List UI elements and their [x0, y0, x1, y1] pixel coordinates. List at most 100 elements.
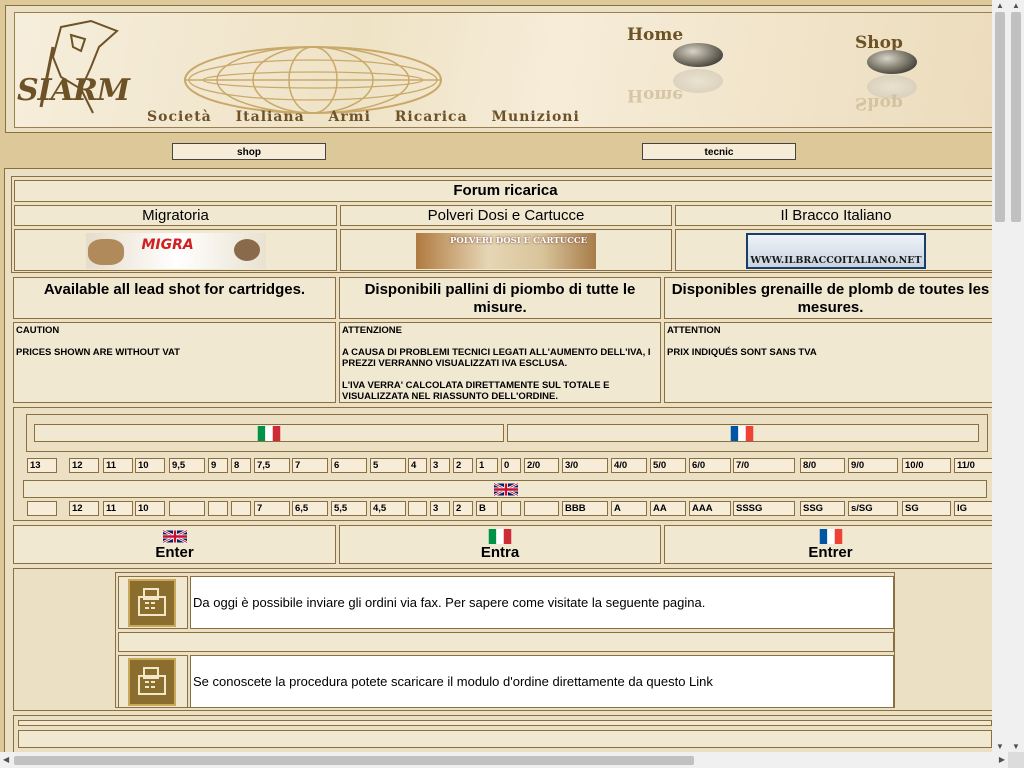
- shot-size-cell[interactable]: [524, 501, 559, 516]
- italy-flag-icon: [488, 529, 512, 545]
- fax-icon[interactable]: [128, 658, 176, 706]
- home-label-reflection: Home: [627, 85, 684, 105]
- bottom-row: [18, 730, 992, 748]
- shot-size-cell[interactable]: 8: [231, 458, 251, 473]
- shot-size-cell[interactable]: SSG: [800, 501, 845, 516]
- scroll-left-arrow-icon[interactable]: ◀: [3, 755, 9, 764]
- migratoria-banner-text: MIGRA: [141, 237, 194, 253]
- enter-french-button[interactable]: Entrer: [664, 525, 997, 564]
- shot-size-cell[interactable]: 13: [27, 458, 57, 473]
- fax-download-text[interactable]: Se conoscete la procedura potete scarica…: [190, 655, 894, 708]
- migratoria-banner[interactable]: MIGRA: [85, 233, 266, 269]
- shot-size-cell[interactable]: 12: [69, 458, 99, 473]
- shop-button[interactable]: shop: [172, 143, 326, 160]
- horizontal-scrollbar[interactable]: ◀ ▶: [0, 752, 1008, 768]
- shot-size-cell[interactable]: 2/0: [524, 458, 559, 473]
- shot-size-cell[interactable]: [231, 501, 251, 516]
- scroll-up-arrow-icon[interactable]: ▲: [1012, 1, 1020, 10]
- vertical-scrollbar[interactable]: ▲ ▼: [992, 0, 1008, 752]
- shot-size-cell[interactable]: 2: [453, 501, 473, 516]
- shot-size-cell[interactable]: 7,5: [254, 458, 290, 473]
- notice-line: A CAUSA DI PROBLEMI TECNICI LEGATI ALL'A…: [342, 347, 651, 369]
- forum-banner-cell: WWW.ILBRACCOITALIANO.NET: [675, 229, 997, 271]
- fax-table: Da oggi è possibile inviare gli ordini v…: [115, 572, 895, 708]
- scroll-right-arrow-icon[interactable]: ▶: [999, 755, 1005, 764]
- shot-size-cell[interactable]: AAA: [689, 501, 731, 516]
- shot-size-cell[interactable]: 6: [331, 458, 367, 473]
- english-flag-cell[interactable]: [23, 480, 987, 498]
- vertical-scroll-thumb[interactable]: [995, 12, 1005, 222]
- shot-size-cell[interactable]: 8/0: [800, 458, 845, 473]
- shot-size-cell[interactable]: 2: [453, 458, 473, 473]
- shot-size-cell[interactable]: 0: [501, 458, 521, 473]
- shot-size-cell[interactable]: s/SG: [848, 501, 898, 516]
- shot-size-cell[interactable]: 10: [135, 501, 165, 516]
- shot-size-cell[interactable]: 7/0: [733, 458, 795, 473]
- shot-size-cell[interactable]: 9/0: [848, 458, 898, 473]
- shot-size-cell[interactable]: 4/0: [611, 458, 647, 473]
- notice-english: CAUTION PRICES SHOWN ARE WITHOUT VAT: [13, 322, 336, 403]
- shot-size-cell[interactable]: 6,5: [292, 501, 328, 516]
- shot-size-cell[interactable]: [408, 501, 427, 516]
- bracco-banner[interactable]: WWW.ILBRACCOITALIANO.NET: [746, 233, 926, 269]
- shot-size-cell[interactable]: 5/0: [650, 458, 686, 473]
- shot-size-cell[interactable]: [208, 501, 228, 516]
- shot-size-cell[interactable]: 3: [430, 458, 450, 473]
- vertical-scroll-thumb[interactable]: [1011, 12, 1021, 222]
- shot-size-cell[interactable]: 4: [408, 458, 427, 473]
- italy-flag-icon: [257, 426, 281, 441]
- shot-size-cell[interactable]: 12: [69, 501, 99, 516]
- shot-size-cell[interactable]: 7: [254, 501, 290, 516]
- enter-italian-button[interactable]: Entra: [339, 525, 661, 564]
- site-header: SIARM Società Italiana Armi Ricarica Mun…: [5, 5, 1005, 133]
- shot-size-cell[interactable]: [27, 501, 57, 516]
- shot-size-cell[interactable]: B: [476, 501, 498, 516]
- shot-size-cell[interactable]: 9: [208, 458, 228, 473]
- shot-size-cell[interactable]: 6/0: [689, 458, 731, 473]
- bracco-banner-text: WWW.ILBRACCOITALIANO.NET: [750, 255, 922, 266]
- french-flag-cell[interactable]: [507, 424, 979, 442]
- shot-size-cell[interactable]: SSSG: [733, 501, 795, 516]
- shot-size-cell[interactable]: 1: [476, 458, 498, 473]
- enter-english-button[interactable]: Enter: [13, 525, 336, 564]
- shot-size-cell[interactable]: AA: [650, 501, 686, 516]
- shot-size-cell[interactable]: 4,5: [370, 501, 406, 516]
- italian-flag-cell[interactable]: [34, 424, 504, 442]
- shot-sizes-table: 13 12 11 10 9,5 9 8 7,5 7 6 5 4 3 2 1 0 2/0 3/0 4/0 5/0 6/0 7…: [13, 407, 998, 521]
- nav-home-link[interactable]: Home: [627, 25, 683, 45]
- vertical-scrollbar-track[interactable]: ▲ ▼: [1008, 0, 1024, 752]
- shot-size-cell[interactable]: [169, 501, 205, 516]
- shot-size-cell[interactable]: 3/0: [562, 458, 608, 473]
- availability-italian: Disponibili pallini di piombo di tutte l…: [339, 277, 661, 319]
- polveri-banner[interactable]: POLVERI DOSI E CARTUCCE: [416, 233, 596, 269]
- shot-size-cell[interactable]: SG: [902, 501, 951, 516]
- fax-info-text[interactable]: Da oggi è possibile inviare gli ordini v…: [190, 576, 894, 629]
- scroll-down-arrow-icon[interactable]: ▼: [1012, 742, 1020, 751]
- shot-size-cell[interactable]: 11: [103, 501, 133, 516]
- shot-size-cell[interactable]: 5,5: [331, 501, 367, 516]
- fax-icon[interactable]: [128, 579, 176, 627]
- scroll-up-arrow-icon[interactable]: ▲: [996, 1, 1004, 10]
- header-banner: SIARM Società Italiana Armi Ricarica Mun…: [14, 12, 998, 128]
- shot-size-cell[interactable]: 10/0: [902, 458, 951, 473]
- shop-button-orb[interactable]: [867, 50, 917, 74]
- globe-icon: [184, 46, 442, 114]
- bottom-section: [13, 715, 997, 752]
- shot-size-cell[interactable]: 11: [103, 458, 133, 473]
- shot-size-cell[interactable]: 5: [370, 458, 406, 473]
- france-flag-icon: [730, 426, 754, 441]
- shot-size-cell[interactable]: 10: [135, 458, 165, 473]
- home-button-orb[interactable]: [673, 43, 723, 67]
- shot-size-cell[interactable]: BBB: [562, 501, 608, 516]
- shot-size-cell[interactable]: 9,5: [169, 458, 205, 473]
- shot-size-cell[interactable]: 3: [430, 501, 450, 516]
- tecnic-button[interactable]: tecnic: [642, 143, 796, 160]
- shot-size-cell[interactable]: A: [611, 501, 647, 516]
- scroll-down-arrow-icon[interactable]: ▼: [996, 742, 1004, 751]
- forum-name-polveri: Polveri Dosi e Cartucce: [340, 205, 672, 226]
- tagline-word: Armi: [328, 109, 371, 125]
- shot-size-cell[interactable]: [501, 501, 521, 516]
- flags-row-frame: [26, 414, 988, 452]
- horizontal-scroll-thumb[interactable]: [14, 756, 694, 765]
- shot-size-cell[interactable]: 7: [292, 458, 328, 473]
